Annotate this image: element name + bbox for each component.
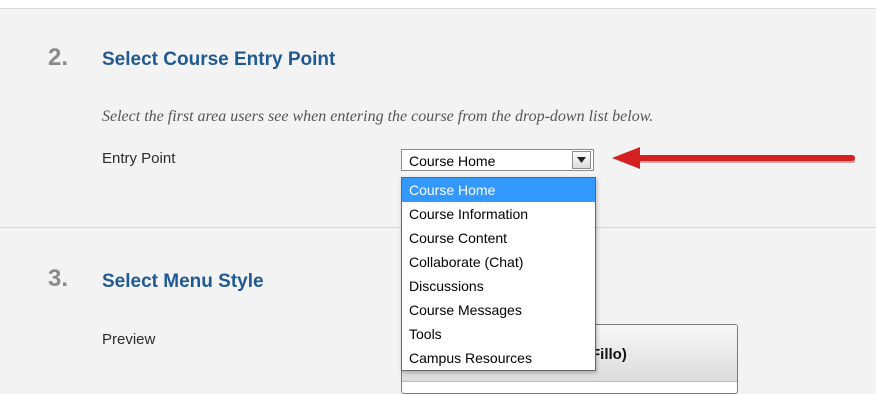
dropdown-option[interactable]: Course Home (402, 178, 595, 202)
dropdown-option[interactable]: Tools (402, 322, 595, 346)
section-3-number: 3. (48, 265, 69, 292)
dropdown-button[interactable] (572, 151, 591, 169)
section-2-title: Select Course Entry Point (102, 49, 336, 70)
entry-point-select[interactable]: Course Home (401, 149, 594, 171)
entry-point-instructions: Select the first area users see when ent… (102, 108, 654, 125)
dropdown-option[interactable]: Campus Resources (402, 346, 595, 370)
entry-point-dropdown-list[interactable]: Course Home Course Information Course Cont… (401, 177, 596, 371)
section-3-title: Select Menu Style (102, 271, 264, 292)
preview-label: Preview (102, 331, 156, 348)
dropdown-option[interactable]: Course Information (402, 202, 595, 226)
entry-point-selected-value: Course Home (409, 153, 496, 169)
red-arrow-icon (612, 147, 855, 169)
section-2-number: 2. (48, 44, 69, 71)
chevron-down-icon (577, 157, 586, 163)
dropdown-option[interactable]: Discussions (402, 274, 595, 298)
top-divider (0, 0, 876, 9)
entry-point-label: Entry Point (102, 150, 176, 167)
dropdown-option[interactable]: Collaborate (Chat) (402, 250, 595, 274)
dropdown-option[interactable]: Course Content (402, 226, 595, 250)
dropdown-option[interactable]: Course Messages (402, 298, 595, 322)
